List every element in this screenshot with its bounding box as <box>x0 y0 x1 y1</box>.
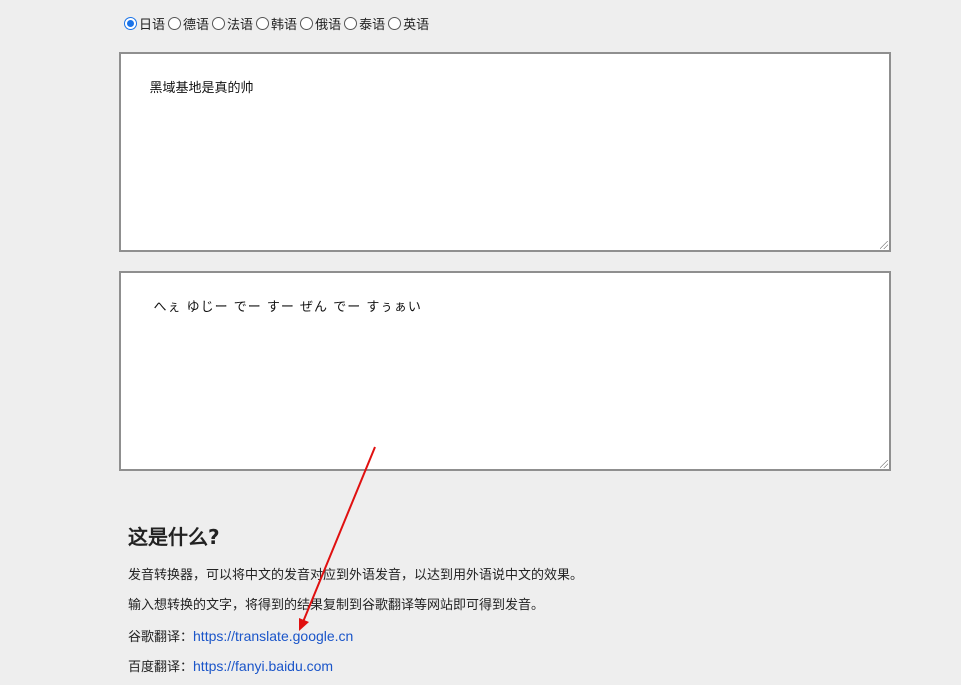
baidu-translate-row: 百度翻译：https://fanyi.baidu.com <box>128 656 333 676</box>
radio-button-en[interactable] <box>388 16 402 30</box>
input-textarea[interactable]: 黑域基地是真的帅 <box>119 52 891 252</box>
radio-label-de: 德语 <box>183 17 210 33</box>
about-description: 发音转换器，可以将中文的发音对应到外语发音，以达到用外语说中文的效果。 <box>128 568 584 583</box>
radio-label-ru: 俄语 <box>315 17 342 33</box>
about-instructions: 输入想转换的文字，将得到的结果复制到谷歌翻译等网站即可得到发音。 <box>128 598 545 613</box>
input-resize-handle[interactable] <box>880 241 888 249</box>
radio-button-th[interactable] <box>344 16 358 30</box>
radio-label-fr: 法语 <box>227 17 254 33</box>
output-resize-handle[interactable] <box>880 460 888 468</box>
radio-button-de[interactable] <box>168 16 182 30</box>
output-textarea[interactable]: へぇ ゆじー でー すー ぜん でー すぅぁい <box>119 271 891 471</box>
radio-button-ko[interactable] <box>256 16 270 30</box>
google-translate-label: 谷歌翻译： <box>128 630 194 645</box>
radio-label-ja: 日语 <box>139 17 166 33</box>
google-translate-row: 谷歌翻译：https://translate.google.cn <box>128 626 353 646</box>
output-text: へぇ ゆじー でー すー ぜん でー すぅぁい <box>153 300 422 315</box>
about-heading: 这是什么? <box>128 525 220 549</box>
radio-option-fr[interactable]: 法语 <box>212 14 253 33</box>
radio-label-th: 泰语 <box>359 17 386 33</box>
baidu-translate-link[interactable]: https://fanyi.baidu.com <box>193 658 333 674</box>
page: 日语 德语 法语 韩语 俄语 泰语 英语 黑域基地是真的帅 へぇ ゆじー でー … <box>0 0 961 685</box>
radio-button-fr[interactable] <box>212 16 226 30</box>
radio-label-en: 英语 <box>403 17 430 33</box>
radio-option-th[interactable]: 泰语 <box>344 14 385 33</box>
radio-option-de[interactable]: 德语 <box>168 14 209 33</box>
about-section: 这是什么? <box>128 523 888 551</box>
radio-option-en[interactable]: 英语 <box>388 14 429 33</box>
radio-label-ko: 韩语 <box>271 17 298 33</box>
language-selector: 日语 德语 法语 韩语 俄语 泰语 英语 <box>124 13 432 33</box>
input-text: 黑域基地是真的帅 <box>149 81 254 96</box>
google-translate-link[interactable]: https://translate.google.cn <box>193 628 353 644</box>
radio-option-ru[interactable]: 俄语 <box>300 14 341 33</box>
radio-option-ko[interactable]: 韩语 <box>256 14 297 33</box>
radio-button-ru[interactable] <box>300 16 314 30</box>
baidu-translate-label: 百度翻译： <box>128 660 194 675</box>
radio-button-ja[interactable] <box>124 16 137 30</box>
radio-option-ja[interactable]: 日语 <box>124 14 165 33</box>
